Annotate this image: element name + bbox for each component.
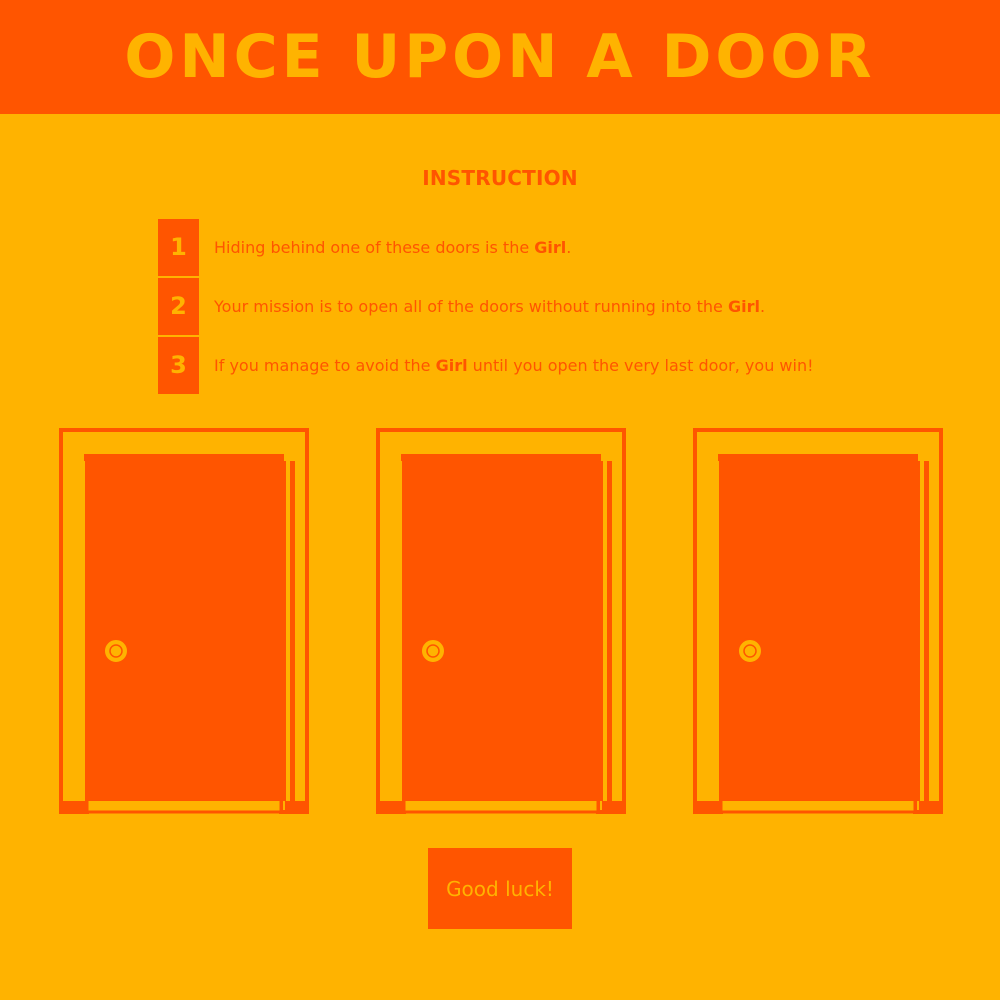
step-text: Your mission is to open all of the doors… (214, 296, 766, 316)
good-luck-button[interactable]: Good luck! (428, 848, 572, 929)
door-2[interactable] (376, 428, 626, 816)
instruction-step-2: 2 Your mission is to open all of the doo… (158, 277, 918, 335)
step-number: 1 (158, 218, 199, 276)
header-bar: ONCE UPON A DOOR (0, 0, 1000, 114)
instruction-list: 1 Hiding behind one of these doors is th… (158, 218, 918, 395)
door-3[interactable] (693, 428, 943, 816)
door-icon (376, 428, 626, 814)
door-1[interactable] (59, 428, 309, 816)
door-icon (693, 428, 943, 814)
game-title: ONCE UPON A DOOR (124, 22, 876, 92)
step-number: 2 (158, 277, 199, 335)
step-text: If you manage to avoid the Girl until yo… (214, 355, 814, 375)
step-number: 3 (158, 336, 199, 394)
door-icon (59, 428, 309, 814)
instruction-step-3: 3 If you manage to avoid the Girl until … (158, 336, 918, 394)
instruction-heading: INSTRUCTION (422, 166, 578, 190)
step-text: Hiding behind one of these doors is the … (214, 237, 572, 257)
instruction-step-1: 1 Hiding behind one of these doors is th… (158, 218, 918, 276)
